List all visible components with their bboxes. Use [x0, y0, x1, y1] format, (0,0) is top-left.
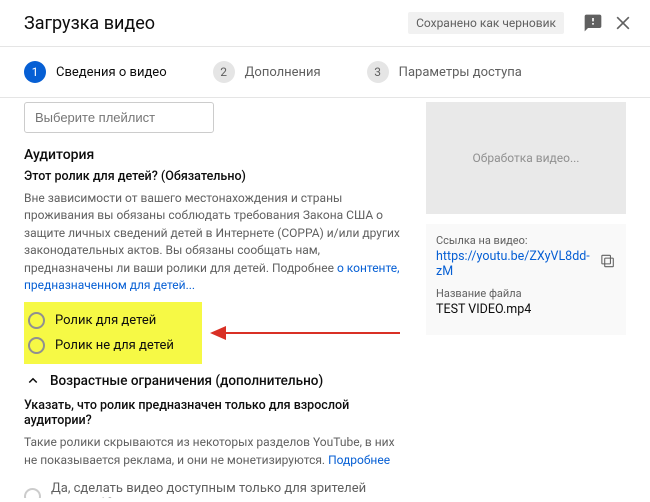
stepper: 1 Сведения о видео 2 Дополнения 3 Параме…: [0, 47, 650, 98]
radio-label: Да, сделать видео доступным только для з…: [51, 481, 408, 498]
radio-not-for-kids[interactable]: Ролик не для детей: [28, 333, 194, 358]
video-link-label: Ссылка на видео:: [436, 234, 599, 247]
step-num: 1: [24, 61, 46, 83]
chevron-up-icon: [24, 372, 42, 390]
audience-description: Вне зависимости от вашего местонахождени…: [24, 190, 408, 294]
step-label: Сведения о видео: [56, 65, 167, 80]
age-description: Такие ролики скрываются из некоторых раз…: [24, 434, 408, 469]
radio-icon: [28, 312, 45, 329]
copy-icon[interactable]: [599, 252, 616, 270]
filename-label: Название файла: [436, 287, 616, 300]
radio-age-yes[interactable]: Да, сделать видео доступным только для з…: [24, 477, 408, 498]
dialog-title: Загрузка видео: [24, 13, 408, 34]
expander-label: Возрастные ограничения (дополнительно): [50, 373, 323, 389]
audience-highlight: Ролик для детей Ролик не для детей: [24, 302, 202, 364]
step-num: 2: [213, 61, 235, 83]
age-restriction-expander[interactable]: Возрастные ограничения (дополнительно): [24, 372, 408, 390]
age-question: Указать, что ролик предназначен только д…: [24, 398, 408, 428]
age-learn-more-link[interactable]: Подробнее: [328, 453, 390, 467]
step-label: Дополнения: [245, 65, 321, 80]
feedback-icon[interactable]: [582, 12, 604, 34]
step-visibility[interactable]: 3 Параметры доступа: [367, 61, 522, 83]
filename-value: TEST VIDEO.mp4: [436, 302, 616, 317]
video-meta: Ссылка на видео: https://youtu.be/ZXyVL8…: [426, 224, 626, 335]
upload-dialog: Загрузка видео Сохранено как черновик 1 …: [0, 0, 650, 502]
step-label: Параметры доступа: [399, 65, 522, 80]
step-num: 3: [367, 61, 389, 83]
processing-text: Обработка видео...: [473, 151, 580, 165]
draft-badge: Сохранено как черновик: [408, 12, 564, 34]
dialog-header: Загрузка видео Сохранено как черновик: [0, 0, 650, 47]
close-icon[interactable]: [612, 12, 634, 34]
video-thumbnail: Обработка видео...: [426, 102, 626, 214]
radio-label: Ролик для детей: [55, 313, 156, 328]
left-panel: Аудитория Этот ролик для детей? (Обязате…: [24, 98, 426, 498]
radio-icon: [24, 488, 41, 498]
video-link[interactable]: https://youtu.be/ZXyVL8dd-zM: [436, 249, 599, 279]
audience-heading: Аудитория: [24, 147, 408, 163]
playlist-select[interactable]: [24, 102, 214, 133]
radio-for-kids[interactable]: Ролик для детей: [28, 308, 194, 333]
radio-icon: [28, 337, 45, 354]
audience-question: Этот ролик для детей? (Обязательно): [24, 169, 408, 184]
annotation-arrow: [210, 322, 400, 344]
step-details[interactable]: 1 Сведения о видео: [24, 61, 167, 83]
right-panel: Обработка видео... Ссылка на видео: http…: [426, 98, 626, 498]
step-elements[interactable]: 2 Дополнения: [213, 61, 321, 83]
radio-label: Ролик не для детей: [55, 338, 174, 353]
